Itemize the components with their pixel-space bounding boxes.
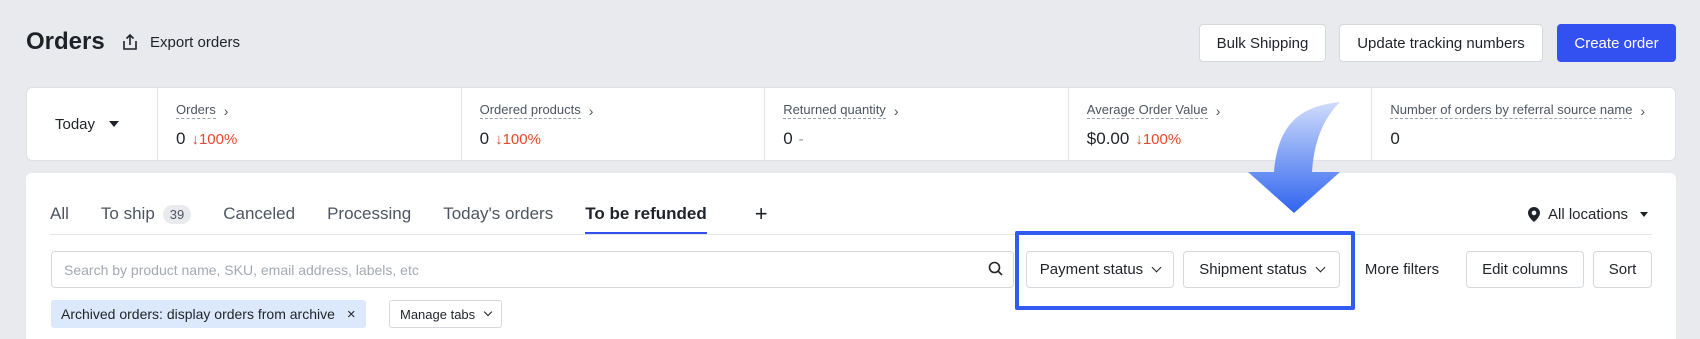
caret-down-icon bbox=[109, 121, 120, 127]
stat-referral-source-link[interactable]: Number of orders by referral source name… bbox=[1390, 102, 1675, 119]
add-tab-button[interactable]: + bbox=[755, 201, 768, 227]
arrow-down-icon: ↓ bbox=[1135, 130, 1143, 148]
tab-processing[interactable]: Processing bbox=[327, 194, 411, 234]
manage-tabs-button[interactable]: Manage tabs bbox=[389, 300, 503, 328]
stat-label: Returned quantity bbox=[783, 102, 886, 119]
tab-to-ship[interactable]: To ship 39 bbox=[101, 194, 192, 234]
stat-delta: ↓100% bbox=[495, 130, 541, 148]
chevron-right-icon: › bbox=[223, 102, 229, 119]
export-icon bbox=[123, 33, 137, 50]
curved-arrow-annotation bbox=[1248, 102, 1340, 213]
stat-delta: ↓100% bbox=[191, 130, 238, 148]
tab-all[interactable]: All bbox=[50, 194, 69, 234]
stat-delta: - bbox=[798, 130, 804, 148]
stat-ordered-products-link[interactable]: Ordered products › bbox=[479, 102, 765, 119]
stat-delta: ↓100% bbox=[1135, 130, 1182, 148]
sort-button[interactable]: Sort bbox=[1593, 251, 1652, 288]
export-orders-button[interactable]: Export orders bbox=[120, 32, 240, 52]
tab-canceled[interactable]: Canceled bbox=[223, 194, 295, 234]
stat-returned-quantity: Returned quantity › 0 - bbox=[764, 88, 1068, 160]
caret-down-icon bbox=[1640, 211, 1649, 217]
stat-returned-quantity-link[interactable]: Returned quantity › bbox=[783, 102, 1068, 119]
chevron-right-icon: › bbox=[1640, 102, 1646, 119]
stat-value: 0 bbox=[176, 129, 186, 148]
stat-value: $0.00 bbox=[1086, 129, 1130, 148]
stat-label: Ordered products bbox=[479, 102, 581, 119]
export-orders-label: Export orders bbox=[150, 33, 241, 51]
bulk-shipping-button[interactable]: Bulk Shipping bbox=[1199, 24, 1326, 62]
update-tracking-numbers-button[interactable]: Update tracking numbers bbox=[1339, 24, 1543, 62]
tabs-divider bbox=[50, 234, 1652, 235]
chevron-down-icon bbox=[483, 307, 493, 317]
close-icon[interactable]: × bbox=[347, 306, 356, 323]
tab-to-be-refunded[interactable]: To be refunded bbox=[585, 194, 707, 234]
arrow-down-icon: ↓ bbox=[191, 130, 199, 148]
locations-selector[interactable]: All locations bbox=[1528, 196, 1649, 232]
period-selector[interactable]: Today bbox=[27, 88, 157, 160]
more-filters-button[interactable]: More filters bbox=[1352, 251, 1452, 288]
location-pin-icon bbox=[1528, 206, 1540, 222]
stat-orders-link[interactable]: Orders › bbox=[176, 102, 461, 119]
stat-value: 0 bbox=[1390, 129, 1400, 148]
highlight-box bbox=[1015, 231, 1355, 310]
edit-columns-button[interactable]: Edit columns bbox=[1466, 251, 1584, 288]
stat-orders: Orders › 0 ↓100% bbox=[157, 88, 461, 160]
chevron-right-icon: › bbox=[893, 102, 899, 119]
chevron-right-icon: › bbox=[1215, 102, 1221, 119]
tab-todays-orders[interactable]: Today's orders bbox=[443, 194, 553, 234]
search-icon[interactable] bbox=[987, 260, 1005, 278]
archived-orders-chip: Archived orders: display orders from arc… bbox=[51, 300, 366, 328]
chevron-right-icon: › bbox=[588, 102, 594, 119]
stat-referral-source: Number of orders by referral source name… bbox=[1371, 88, 1675, 160]
count-badge: 39 bbox=[162, 204, 192, 224]
stat-value: 0 bbox=[479, 129, 490, 148]
locations-label: All locations bbox=[1548, 205, 1629, 223]
create-order-button[interactable]: Create order bbox=[1557, 24, 1676, 62]
search-input[interactable] bbox=[51, 251, 1014, 288]
stat-value: 0 bbox=[783, 129, 793, 148]
order-tabs: All To ship 39 Canceled Processing Today… bbox=[50, 194, 768, 234]
stat-label: Orders bbox=[176, 102, 216, 119]
arrow-down-icon: ↓ bbox=[495, 130, 503, 148]
stats-card: Today Orders › 0 ↓100% Ordered products … bbox=[26, 87, 1676, 161]
stat-label: Average Order Value bbox=[1086, 102, 1208, 119]
stat-ordered-products: Ordered products › 0 ↓100% bbox=[460, 88, 765, 160]
period-label: Today bbox=[55, 115, 96, 133]
chip-label: Archived orders: display orders from arc… bbox=[61, 306, 335, 322]
page-title: Orders bbox=[26, 28, 105, 55]
stat-label: Number of orders by referral source name bbox=[1390, 102, 1633, 119]
